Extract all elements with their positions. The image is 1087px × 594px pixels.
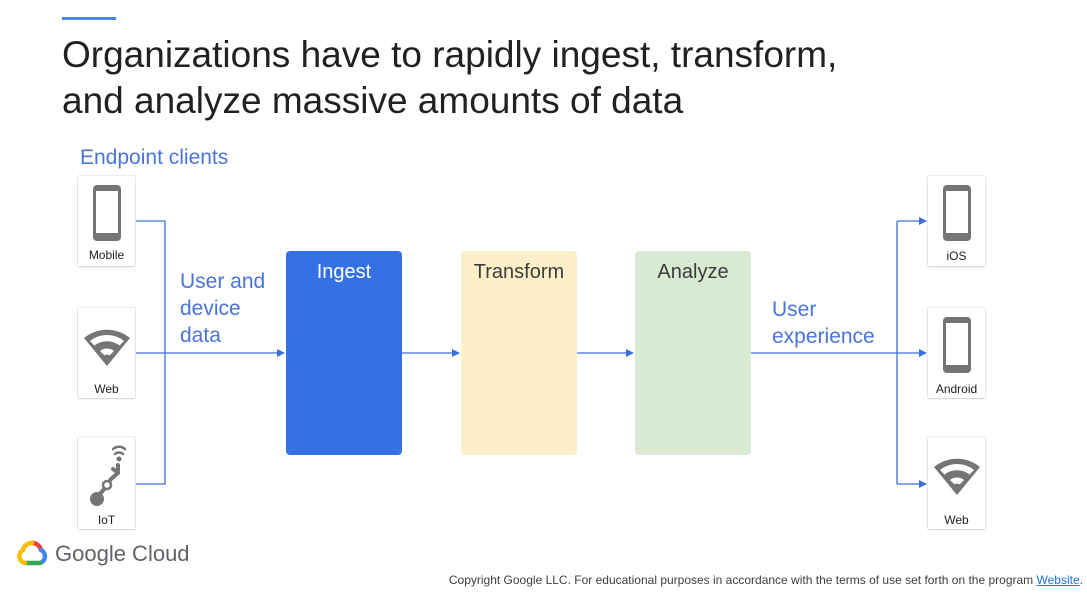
phone-icon <box>942 317 971 373</box>
target-card-ios: iOS <box>928 176 985 266</box>
copyright-footer: Copyright Google LLC. For educational pu… <box>448 573 1083 587</box>
footer-website-link[interactable]: Website <box>1037 573 1080 587</box>
stage-transform-label: Transform <box>473 261 565 283</box>
client-label-web: Web <box>94 382 119 396</box>
connector-iot <box>136 353 166 485</box>
phone-icon <box>942 185 971 241</box>
target-label-web: Web <box>944 513 969 527</box>
stage-analyze-label: Analyze <box>657 261 729 283</box>
user-device-data-label: User and device data <box>180 270 266 347</box>
wifi-icon <box>83 329 130 366</box>
user-experience-label: User experience <box>772 298 875 348</box>
target-card-android: Android <box>928 308 985 398</box>
google-cloud-wordmark: Google Cloud <box>55 541 190 566</box>
client-card-web: Web <box>78 308 135 398</box>
client-label-mobile: Mobile <box>88 248 125 262</box>
target-label-android: Android <box>935 382 978 396</box>
target-label-ios: iOS <box>946 249 967 263</box>
client-card-iot: IoT <box>78 437 135 529</box>
connector-mobile <box>136 220 166 353</box>
footer-text: Copyright Google LLC. For educational pu… <box>448 573 1037 587</box>
stage-ingest: Ingest <box>286 251 402 455</box>
google-cloud-logo-icon <box>17 540 48 566</box>
stage-analyze: Analyze <box>635 251 751 455</box>
stage-ingest-label: Ingest <box>316 261 372 283</box>
client-label-iot: IoT <box>97 513 116 527</box>
wifi-icon <box>933 458 980 495</box>
stage-transform: Transform <box>461 251 577 455</box>
target-card-web: Web <box>928 437 985 529</box>
client-card-mobile: Mobile <box>78 176 135 266</box>
phone-icon <box>92 185 121 241</box>
iot-icon <box>89 445 126 506</box>
